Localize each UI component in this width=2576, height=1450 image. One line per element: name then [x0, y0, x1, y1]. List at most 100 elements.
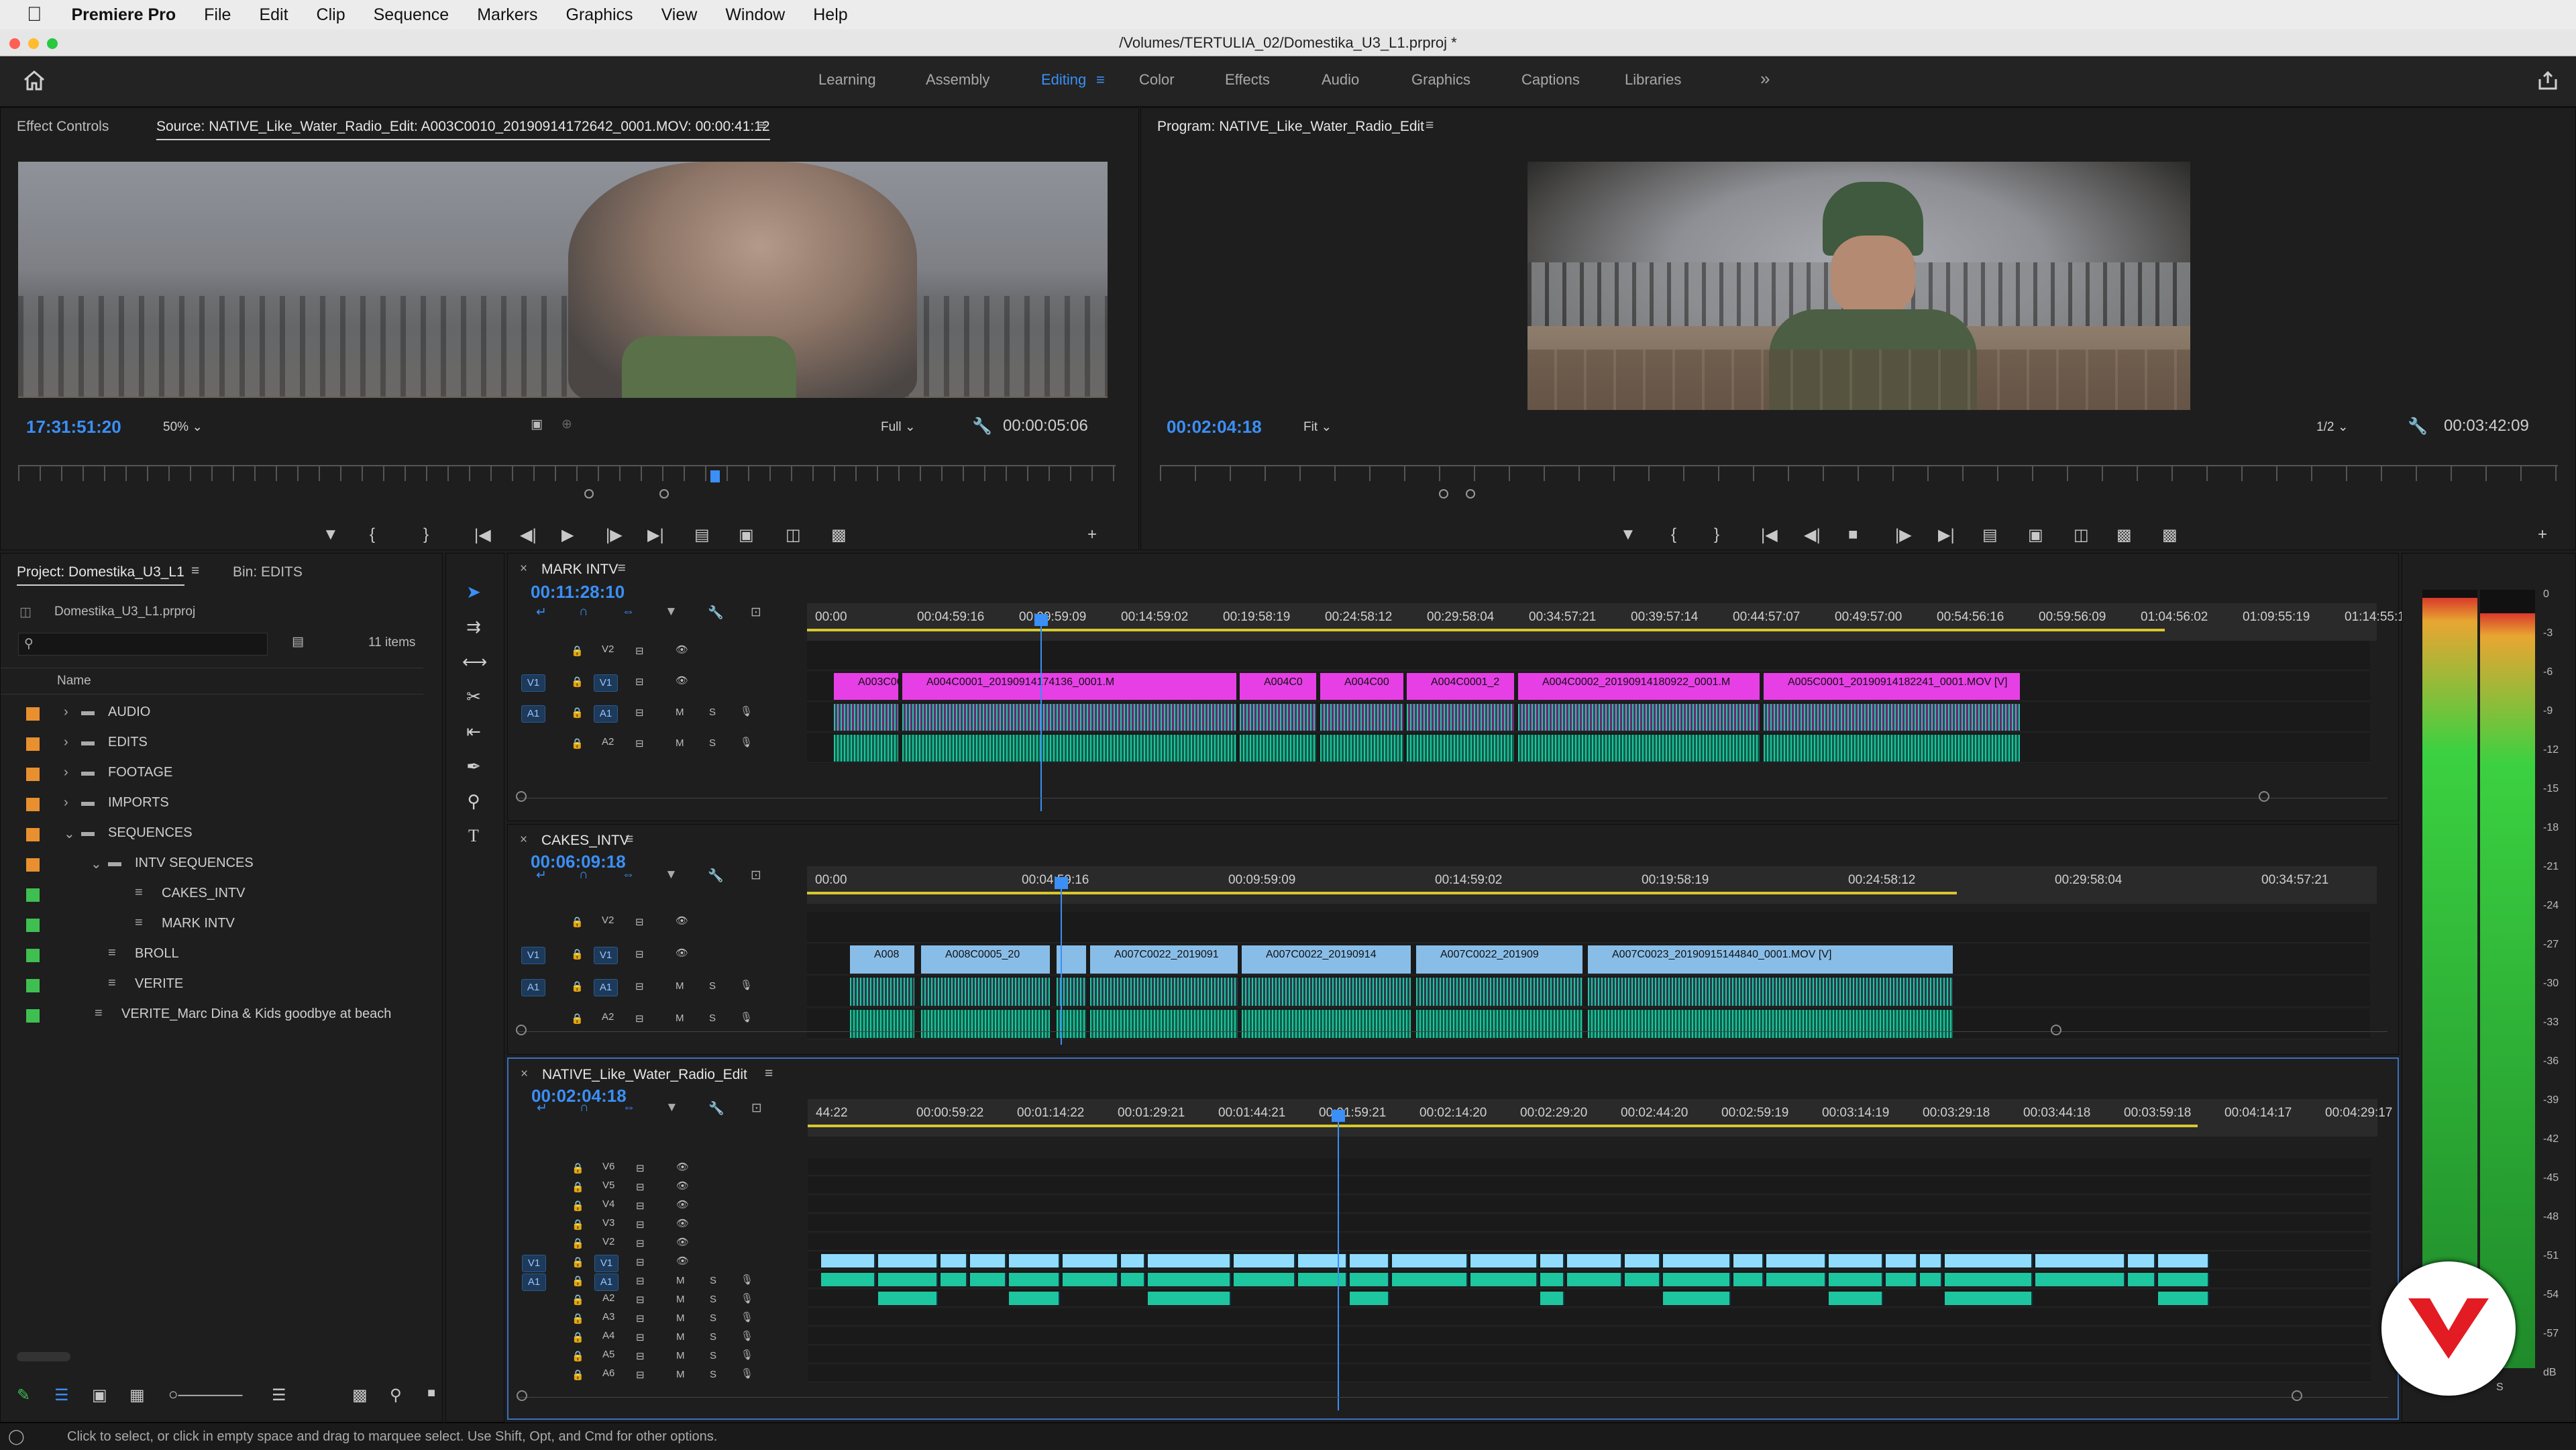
menu-markers[interactable]: Markers	[477, 5, 537, 25]
project-item[interactable]: ≡ CAKES_INTV	[1, 880, 423, 909]
close-window-button[interactable]	[9, 38, 20, 49]
video-clip[interactable]	[1663, 1254, 1731, 1267]
minimize-window-button[interactable]	[28, 38, 39, 49]
video-clip[interactable]	[878, 1273, 938, 1286]
video-clip[interactable]	[821, 1273, 875, 1286]
work-area-bar[interactable]	[807, 629, 2165, 631]
program-step-forward-icon[interactable]: |▶	[1895, 525, 1912, 545]
menu-graphics[interactable]: Graphics	[566, 5, 633, 25]
program-go-to-out-icon[interactable]: ▶|	[1938, 525, 1955, 545]
mute-button[interactable]: M	[676, 980, 684, 992]
video-clip[interactable]	[1945, 1273, 2033, 1286]
track-target-button[interactable]: V4	[602, 1198, 614, 1210]
audio-clip[interactable]	[1416, 978, 1582, 1006]
audio-clip[interactable]	[1764, 735, 2020, 762]
mute-button[interactable]: M	[676, 1294, 685, 1305]
workspace-assembly[interactable]: Assembly	[926, 71, 989, 89]
disclosure-chevron-icon[interactable]: ⌄	[91, 856, 102, 872]
video-clip[interactable]	[1625, 1273, 1660, 1286]
mic-icon[interactable]: 🎙	[741, 1311, 753, 1323]
audio-clip[interactable]	[921, 978, 1050, 1006]
work-area-bar[interactable]	[808, 1125, 2198, 1127]
mute-button[interactable]: M	[676, 1275, 685, 1286]
video-clip[interactable]	[970, 1254, 1006, 1267]
video-clip[interactable]	[1945, 1292, 2033, 1305]
program-mark-out-icon[interactable]: }	[1714, 525, 1719, 544]
mute-button[interactable]: M	[676, 707, 684, 718]
video-clip[interactable]: A007C0022_201909	[1416, 945, 1582, 974]
eye-icon[interactable]: 👁	[676, 674, 688, 686]
add-marker-icon[interactable]: ▼	[665, 868, 678, 882]
eye-icon[interactable]: 👁	[676, 1161, 689, 1173]
lock-icon[interactable]: 🔒	[572, 1369, 584, 1381]
new-search-bin-icon[interactable]: ▤	[292, 634, 304, 650]
lift-icon[interactable]: ▤	[1982, 525, 1998, 545]
sequence-panel-menu-icon[interactable]: ≡	[625, 831, 633, 847]
new-item-icon[interactable]: ■	[427, 1386, 435, 1401]
lock-icon[interactable]: 🔒	[571, 737, 584, 749]
tab-effect-controls[interactable]: Effect Controls	[17, 119, 109, 135]
menu-edit[interactable]: Edit	[259, 5, 288, 25]
audio-clip[interactable]	[834, 735, 898, 762]
sequence-timecode[interactable]: 00:11:28:10	[531, 582, 625, 603]
solo-button[interactable]: S	[709, 737, 716, 749]
go-to-in-icon[interactable]: |◀	[474, 525, 491, 545]
video-clip[interactable]	[1009, 1254, 1060, 1267]
video-clip[interactable]	[941, 1273, 967, 1286]
loop-icon[interactable]: ▩	[831, 525, 847, 545]
pen-tool-icon[interactable]: ✒	[462, 755, 485, 778]
tab-program-monitor[interactable]: Program: NATIVE_Like_Water_Radio_Edit	[1157, 119, 1424, 135]
button-editor-plus-icon[interactable]: +	[1087, 525, 1097, 544]
video-clip[interactable]	[1121, 1273, 1145, 1286]
mark-in-icon[interactable]: {	[370, 525, 375, 544]
lock-icon[interactable]: 🔒	[572, 1331, 584, 1343]
sync-lock-icon[interactable]: ⊟	[635, 707, 644, 719]
mic-icon[interactable]: 🎙	[741, 1367, 753, 1380]
mic-icon[interactable]: 🎙	[740, 705, 753, 717]
captions-icon[interactable]: ⊡	[751, 868, 761, 883]
app-name-menu[interactable]: Premiere Pro	[72, 5, 176, 25]
video-clip[interactable]	[1148, 1254, 1231, 1267]
video-clip[interactable]	[1234, 1254, 1295, 1267]
tab-project[interactable]: Project: Domestika_U3_L1	[17, 564, 184, 586]
source-playhead[interactable]	[710, 470, 720, 482]
eye-icon[interactable]: 👁	[676, 947, 688, 959]
timeline-settings-icon[interactable]: 🔧	[708, 605, 724, 621]
video-clip[interactable]	[2128, 1273, 2155, 1286]
project-item[interactable]: › ▬ AUDIO	[1, 698, 423, 728]
snap-icon[interactable]: ∩	[579, 868, 588, 882]
lock-icon[interactable]: 🔒	[571, 916, 584, 928]
program-panel-menu-icon[interactable]: ≡	[1426, 117, 1434, 134]
video-clip[interactable]	[1470, 1254, 1538, 1267]
program-add-marker-icon[interactable]: ▼	[1620, 525, 1636, 544]
mic-icon[interactable]: 🎙	[741, 1292, 753, 1304]
tab-bin-edits[interactable]: Bin: EDITS	[233, 564, 303, 580]
sequence-tab-name[interactable]: MARK INTV	[541, 562, 618, 578]
mute-button[interactable]: M	[676, 1013, 684, 1024]
track-target-button[interactable]: V2	[602, 1236, 614, 1247]
program-time-ruler[interactable]	[1160, 465, 2558, 481]
source-zoom-handle-left[interactable]	[584, 489, 594, 499]
share-icon[interactable]	[2537, 70, 2559, 91]
track-target-button[interactable]: V2	[602, 915, 614, 926]
audio-clip[interactable]	[1588, 978, 1953, 1006]
track-target-button[interactable]: V1	[594, 674, 618, 692]
video-clip[interactable]	[821, 1254, 875, 1267]
video-clip[interactable]	[1920, 1254, 1942, 1267]
sort-icon[interactable]: ☰	[272, 1386, 286, 1405]
solo-button[interactable]: S	[710, 1331, 716, 1343]
program-zoom-select[interactable]: Fit ⌄	[1303, 419, 1332, 435]
disclosure-chevron-icon[interactable]: ⌄	[64, 825, 75, 842]
track-target-button[interactable]: V2	[602, 643, 614, 655]
video-clip[interactable]	[1298, 1273, 1347, 1286]
video-clip[interactable]	[1350, 1254, 1389, 1267]
automate-icon[interactable]: ▩	[352, 1386, 368, 1405]
insert-icon[interactable]: ⊕	[561, 417, 572, 432]
workspace-menu-icon[interactable]: ≡	[1096, 71, 1105, 89]
video-clip[interactable]	[1392, 1254, 1468, 1267]
project-item[interactable]: ⌄ ▬ SEQUENCES	[1, 819, 423, 849]
lock-icon[interactable]: 🔒	[571, 980, 584, 992]
workspace-audio[interactable]: Audio	[1322, 71, 1359, 89]
workspace-editing[interactable]: Editing	[1041, 71, 1086, 89]
menu-clip[interactable]: Clip	[317, 5, 345, 25]
